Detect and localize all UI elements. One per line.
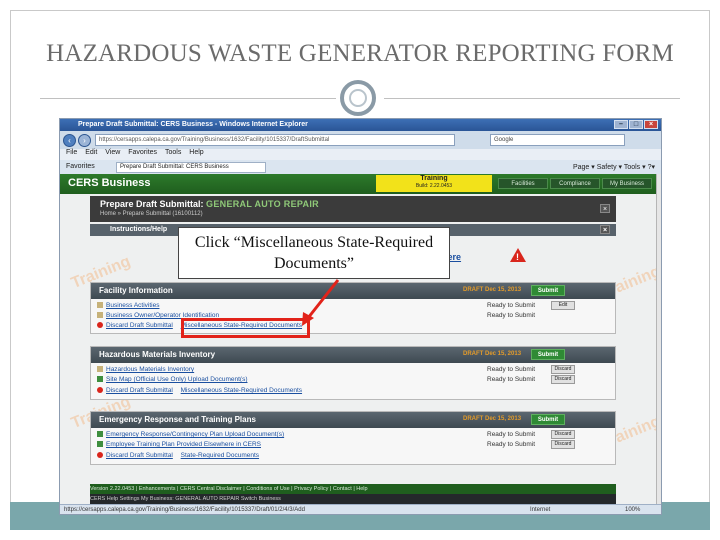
arrow-icon: [302, 279, 340, 326]
